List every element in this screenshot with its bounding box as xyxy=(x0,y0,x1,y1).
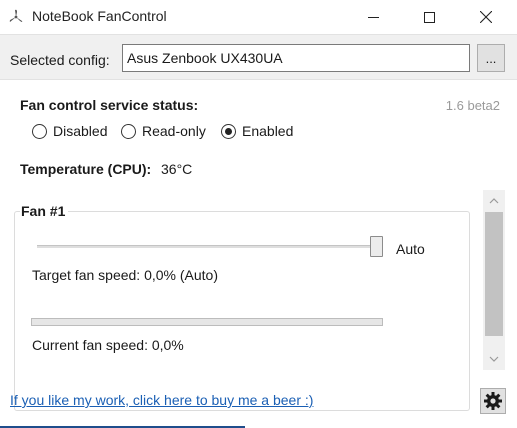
close-icon xyxy=(480,11,492,23)
current-speed-progress-bar xyxy=(31,318,383,326)
radio-enabled[interactable]: Enabled xyxy=(221,123,293,139)
title-bar: NoteBook FanControl xyxy=(0,0,517,34)
fan-app-icon xyxy=(9,9,23,22)
target-fan-speed-text: Target fan speed: 0,0% (Auto) xyxy=(32,267,218,283)
temperature-label: Temperature (CPU): xyxy=(20,161,152,177)
radio-enabled-label: Enabled xyxy=(242,123,294,139)
maximize-button[interactable] xyxy=(406,0,452,34)
radio-enabled-circle[interactable] xyxy=(221,123,236,139)
version-label: 1.6 beta2 xyxy=(445,98,500,113)
config-field[interactable]: Asus Zenbook UX430UA xyxy=(122,44,470,72)
scrollbar-thumb[interactable] xyxy=(485,212,503,336)
scroll-up-button[interactable] xyxy=(483,190,505,212)
radio-read-only[interactable]: Read-only xyxy=(121,123,206,139)
config-bar: Selected config: Asus Zenbook UX430UA ..… xyxy=(0,34,517,80)
radio-disabled-label: Disabled xyxy=(53,123,108,139)
gear-icon xyxy=(484,392,502,410)
fan-group-title: Fan #1 xyxy=(20,203,69,219)
window-title: NoteBook FanControl xyxy=(32,8,167,24)
chevron-up-icon xyxy=(489,198,499,204)
radio-disabled-circle[interactable] xyxy=(32,123,47,139)
minimize-button[interactable] xyxy=(350,0,396,34)
chevron-down-icon xyxy=(489,356,499,362)
radio-read-only-circle[interactable] xyxy=(121,123,136,139)
settings-button[interactable] xyxy=(480,388,506,414)
fan-speed-slider-track[interactable] xyxy=(37,245,380,248)
minimize-icon xyxy=(367,16,379,18)
close-button[interactable] xyxy=(463,0,509,34)
browse-config-button[interactable]: ... xyxy=(477,44,505,72)
fan-speed-value-label: Auto xyxy=(396,241,425,257)
current-fan-speed-text: Current fan speed: 0,0% xyxy=(32,337,184,353)
temperature-value: 36°C xyxy=(161,161,193,177)
scroll-down-button[interactable] xyxy=(483,348,505,370)
buy-beer-link[interactable]: If you like my work, click here to buy m… xyxy=(10,392,313,408)
radio-read-only-label: Read-only xyxy=(142,123,206,139)
maximize-icon xyxy=(423,11,435,23)
config-label: Selected config: xyxy=(10,52,110,68)
fan-speed-slider-thumb[interactable] xyxy=(370,236,383,257)
service-status-heading: Fan control service status: xyxy=(20,97,199,113)
radio-disabled[interactable]: Disabled xyxy=(32,123,107,139)
vertical-scrollbar[interactable] xyxy=(483,190,505,370)
